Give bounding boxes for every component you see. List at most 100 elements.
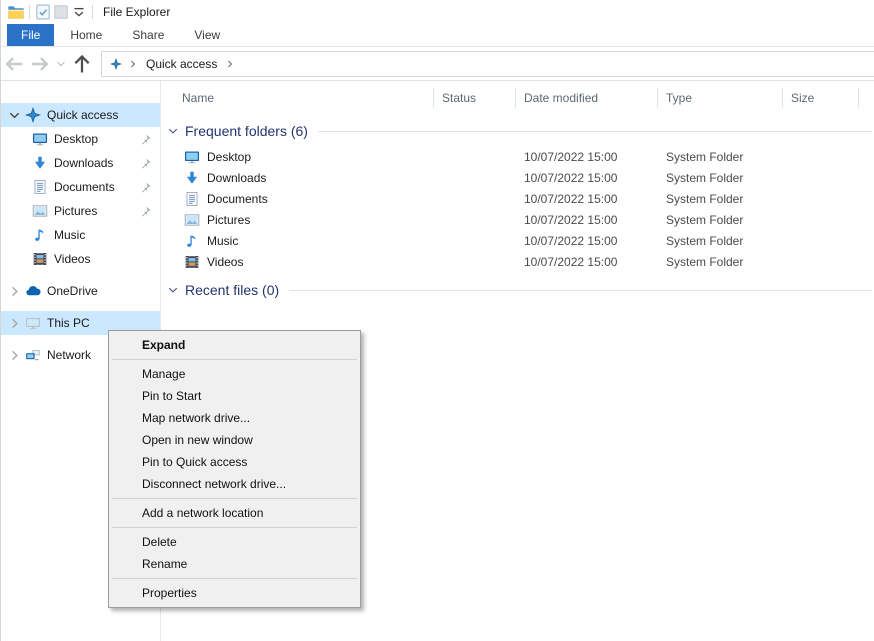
- folder-date-modified: 10/07/2022 15:00: [524, 234, 617, 248]
- column-header-name[interactable]: Name: [161, 88, 434, 108]
- context-menu-item-map-network-drive[interactable]: Map network drive...: [109, 407, 360, 429]
- folder-row-desktop[interactable]: Desktop 10/07/2022 15:00 System Folder: [161, 146, 874, 167]
- breadcrumb[interactable]: Quick access: [101, 51, 874, 77]
- context-menu-item-delete[interactable]: Delete: [109, 531, 360, 553]
- title-bar: File Explorer: [1, 0, 874, 24]
- chevron-right-icon[interactable]: [224, 58, 236, 70]
- collapse-chevron-icon[interactable]: [167, 284, 179, 296]
- column-header-type[interactable]: Type: [658, 88, 783, 108]
- window-title: File Explorer: [103, 5, 170, 19]
- folder-name: Desktop: [207, 150, 251, 164]
- expander-chevron-icon[interactable]: [7, 284, 22, 299]
- tab-home[interactable]: Home: [56, 24, 116, 46]
- folder-date-modified: 10/07/2022 15:00: [524, 171, 617, 185]
- context-menu-item-properties[interactable]: Properties: [109, 582, 360, 604]
- pictures-icon: [184, 212, 200, 228]
- tab-view[interactable]: View: [180, 24, 234, 46]
- folder-type: System Folder: [666, 192, 743, 206]
- group-header-frequent-folders[interactable]: Frequent folders (6): [167, 121, 874, 141]
- expander-chevron-icon[interactable]: [7, 108, 22, 123]
- expander-chevron-icon: [14, 180, 29, 195]
- folder-row-downloads[interactable]: Downloads 10/07/2022 15:00 System Folder: [161, 167, 874, 188]
- folder-name: Documents: [207, 192, 268, 206]
- folder-type: System Folder: [666, 171, 743, 185]
- sidebar-item-quick-access[interactable]: Quick access: [1, 103, 160, 127]
- ribbon-tab-bar: File Home Share View: [1, 24, 874, 47]
- pin-icon: [139, 181, 152, 194]
- sidebar-item-label: Documents: [54, 180, 115, 194]
- group-header-recent-files[interactable]: Recent files (0): [167, 280, 874, 300]
- new-folder-icon[interactable]: [52, 3, 70, 21]
- expander-chevron-icon: [14, 252, 29, 267]
- up-icon[interactable]: [69, 51, 95, 77]
- group-divider: [318, 131, 872, 132]
- context-menu-item-disconnect-network-drive[interactable]: Disconnect network drive...: [109, 473, 360, 495]
- column-header-size[interactable]: Size: [783, 88, 859, 108]
- tab-share[interactable]: Share: [118, 24, 178, 46]
- column-header-label: Name: [182, 91, 214, 105]
- quick-access-star-icon: [25, 107, 41, 123]
- column-headers: Name Status Date modified Type Size: [161, 83, 874, 113]
- folder-date-modified: 10/07/2022 15:00: [524, 150, 617, 164]
- context-menu-item-rename[interactable]: Rename: [109, 553, 360, 575]
- sidebar-item-documents[interactable]: Documents: [1, 175, 160, 199]
- group-title: Recent files (0): [185, 282, 279, 298]
- collapse-chevron-icon[interactable]: [167, 125, 179, 137]
- expander-chevron-icon[interactable]: [7, 316, 22, 331]
- tab-file[interactable]: File: [7, 24, 54, 46]
- folder-date-modified: 10/07/2022 15:00: [524, 255, 617, 269]
- context-menu-item-open-in-new-window[interactable]: Open in new window: [109, 429, 360, 451]
- sidebar-item-desktop[interactable]: Desktop: [1, 127, 160, 151]
- column-header-label: Size: [791, 91, 814, 105]
- pin-icon: [139, 229, 152, 242]
- folder-name: Music: [207, 234, 238, 248]
- quick-access-star-icon[interactable]: [110, 58, 122, 70]
- onedrive-icon: [25, 283, 41, 299]
- sidebar-item-music[interactable]: Music: [1, 223, 160, 247]
- context-menu-item-expand[interactable]: Expand: [109, 334, 360, 356]
- context-menu: Expand ManagePin to StartMap network driv…: [108, 330, 361, 608]
- pin-icon: [139, 285, 152, 298]
- address-bar: Quick access: [1, 47, 874, 81]
- videos-icon: [32, 251, 48, 267]
- context-menu-item-pin-to-quick-access[interactable]: Pin to Quick access: [109, 451, 360, 473]
- sidebar-item-pictures[interactable]: Pictures: [1, 199, 160, 223]
- downloads-icon: [32, 155, 48, 171]
- customize-toolbar-chevron-icon[interactable]: [70, 3, 88, 21]
- menu-separator: [112, 578, 357, 579]
- sidebar-item-label: Desktop: [54, 132, 98, 146]
- documents-icon: [32, 179, 48, 195]
- column-header-status[interactable]: Status: [434, 88, 516, 108]
- music-icon: [184, 233, 200, 249]
- sidebar-item-videos[interactable]: Videos: [1, 247, 160, 271]
- toolbar-separator: [29, 5, 30, 19]
- videos-icon: [184, 254, 200, 270]
- folder-row-pictures[interactable]: Pictures 10/07/2022 15:00 System Folder: [161, 209, 874, 230]
- recent-locations-chevron-icon[interactable]: [53, 51, 69, 77]
- breadcrumb-segment[interactable]: Quick access: [144, 57, 219, 71]
- sidebar-item-downloads[interactable]: Downloads: [1, 151, 160, 175]
- folder-name: Pictures: [207, 213, 250, 227]
- chevron-right-icon[interactable]: [127, 58, 139, 70]
- folder-type: System Folder: [666, 150, 743, 164]
- sidebar-item-label: Music: [54, 228, 85, 242]
- frequent-folders-list: Desktop 10/07/2022 15:00 System Folder D…: [161, 146, 874, 272]
- downloads-icon: [184, 170, 200, 186]
- menu-separator: [112, 498, 357, 499]
- folder-row-documents[interactable]: Documents 10/07/2022 15:00 System Folder: [161, 188, 874, 209]
- context-menu-item-add-a-network-location[interactable]: Add a network location: [109, 502, 360, 524]
- properties-icon[interactable]: [34, 3, 52, 21]
- folder-type: System Folder: [666, 255, 743, 269]
- folder-row-videos[interactable]: Videos 10/07/2022 15:00 System Folder: [161, 251, 874, 272]
- sidebar-item-onedrive[interactable]: OneDrive: [1, 279, 160, 303]
- folder-row-music[interactable]: Music 10/07/2022 15:00 System Folder: [161, 230, 874, 251]
- context-menu-item-pin-to-start[interactable]: Pin to Start: [109, 385, 360, 407]
- back-icon[interactable]: [1, 51, 27, 77]
- context-menu-item-manage[interactable]: Manage: [109, 363, 360, 385]
- expander-chevron-icon[interactable]: [7, 348, 22, 363]
- toolbar-separator: [92, 5, 93, 19]
- pictures-icon: [32, 203, 48, 219]
- forward-icon[interactable]: [27, 51, 53, 77]
- column-header-date-modified[interactable]: Date modified: [516, 88, 658, 108]
- network-icon: [25, 347, 41, 363]
